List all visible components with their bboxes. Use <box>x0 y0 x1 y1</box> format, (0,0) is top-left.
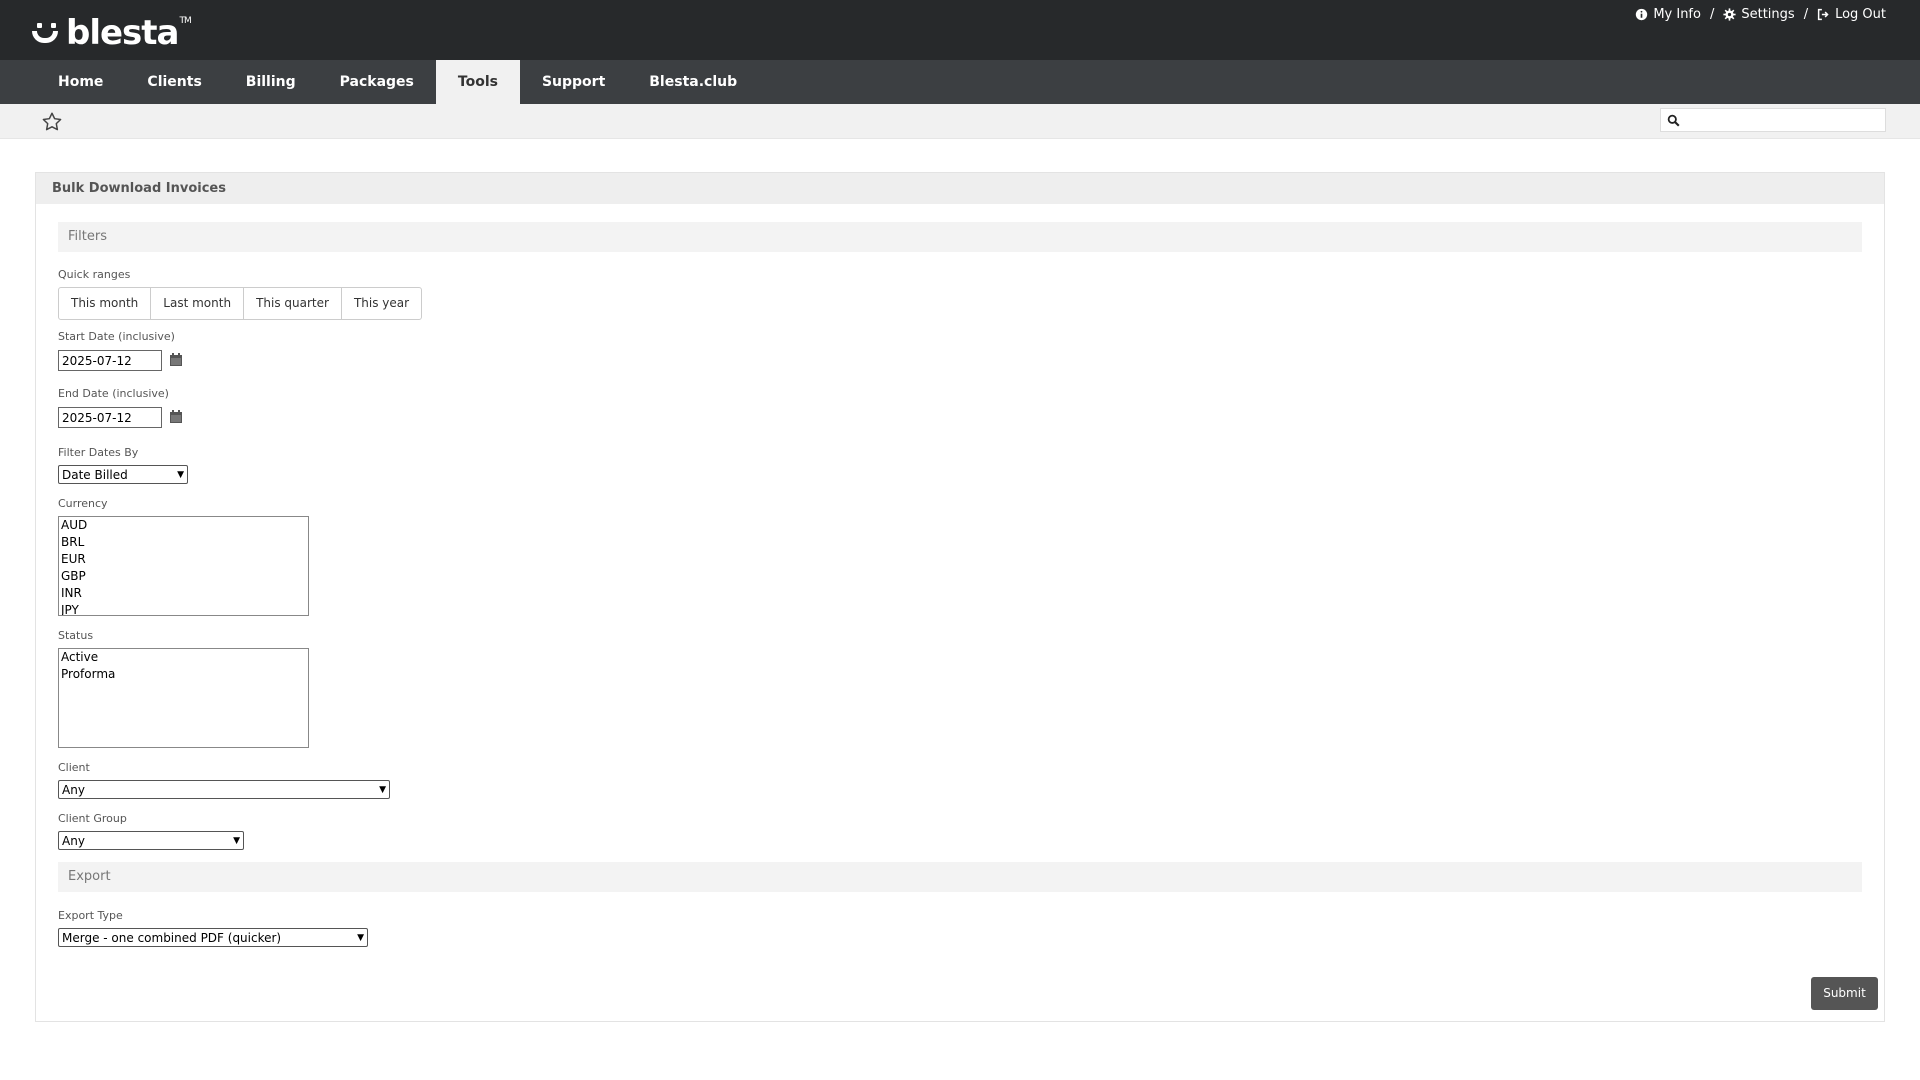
blesta-logo[interactable]: blesta TM <box>32 13 192 53</box>
status-label: Status <box>58 629 94 642</box>
settings-link[interactable]: Settings <box>1723 7 1795 22</box>
quick-ranges-group: This month Last month This quarter This … <box>58 287 423 320</box>
tab-support[interactable]: Support <box>520 60 627 104</box>
calendar-icon[interactable] <box>169 409 183 424</box>
main-nav: Home Clients Billing Packages Tools Supp… <box>0 60 1920 104</box>
list-item[interactable]: AUD <box>59 517 308 534</box>
filter-dates-by-value: Date Billed <box>62 467 128 482</box>
star-icon[interactable] <box>42 112 62 131</box>
last-month-button[interactable]: Last month <box>151 288 245 319</box>
currency-label: Currency <box>58 497 108 510</box>
this-year-button[interactable]: This year <box>342 288 421 319</box>
filter-dates-by-select[interactable]: Date Billed ▼ <box>58 465 188 484</box>
logo-text: blesta <box>66 13 179 53</box>
info-circle-icon <box>1636 8 1648 21</box>
log-out-link[interactable]: Log Out <box>1817 7 1886 22</box>
list-item[interactable]: GBP <box>59 568 308 585</box>
top-bar: blesta TM My Info / Settings / Log Out <box>0 0 1920 60</box>
logo-mark-icon <box>32 19 62 47</box>
tab-blesta-club[interactable]: Blesta.club <box>627 60 759 104</box>
list-item[interactable]: Active <box>59 649 308 666</box>
search-input[interactable] <box>1686 109 1885 131</box>
chevron-down-icon: ▼ <box>379 784 386 795</box>
list-item[interactable]: Proforma <box>59 666 308 683</box>
client-value: Any <box>62 782 85 797</box>
tab-tools[interactable]: Tools <box>435 60 520 104</box>
log-out-label: Log Out <box>1835 7 1886 22</box>
submit-button[interactable]: Submit <box>1811 977 1878 1010</box>
panel-title: Bulk Download Invoices <box>36 173 1884 204</box>
search-icon <box>1667 114 1680 127</box>
gear-icon <box>1723 8 1736 21</box>
currency-listbox[interactable]: AUD BRL EUR GBP INR JPY <box>58 516 309 616</box>
nav-separator: / <box>1709 7 1715 22</box>
list-item[interactable]: BRL <box>59 534 308 551</box>
my-info-link[interactable]: My Info <box>1635 7 1701 22</box>
search-box <box>1660 108 1886 132</box>
settings-label: Settings <box>1741 7 1795 22</box>
client-group-select[interactable]: Any ▼ <box>58 831 244 850</box>
tab-packages[interactable]: Packages <box>318 60 436 104</box>
my-info-label: My Info <box>1653 7 1701 22</box>
list-item[interactable]: JPY <box>59 602 308 615</box>
status-listbox[interactable]: Active Proforma <box>58 648 309 748</box>
filters-heading: Filters <box>58 222 1862 252</box>
this-month-button[interactable]: This month <box>59 288 152 319</box>
end-date-input[interactable] <box>58 407 162 428</box>
export-heading: Export <box>58 862 1862 892</box>
export-type-value: Merge - one combined PDF (quicker) <box>62 930 282 945</box>
logo-tm: TM <box>179 16 192 26</box>
client-label: Client <box>58 761 90 774</box>
list-item[interactable]: INR <box>59 585 308 602</box>
tab-clients[interactable]: Clients <box>125 60 223 104</box>
sign-out-icon <box>1817 8 1829 21</box>
tab-billing[interactable]: Billing <box>224 60 318 104</box>
user-nav: My Info / Settings / Log Out <box>1635 7 1886 22</box>
bulk-download-panel: Bulk Download Invoices Filters Quick ran… <box>35 172 1885 1022</box>
chevron-down-icon: ▼ <box>357 932 364 943</box>
start-date-input[interactable] <box>58 350 162 371</box>
start-date-label: Start Date (inclusive) <box>58 330 175 343</box>
export-type-select[interactable]: Merge - one combined PDF (quicker) ▼ <box>58 928 368 947</box>
sub-bar <box>0 104 1920 139</box>
calendar-icon[interactable] <box>169 352 183 367</box>
chevron-down-icon: ▼ <box>233 835 240 846</box>
tab-home[interactable]: Home <box>36 60 125 104</box>
filter-dates-by-label: Filter Dates By <box>58 446 139 459</box>
end-date-label: End Date (inclusive) <box>58 387 169 400</box>
this-quarter-button[interactable]: This quarter <box>244 288 342 319</box>
chevron-down-icon: ▼ <box>177 469 184 480</box>
client-select[interactable]: Any ▼ <box>58 780 390 799</box>
client-group-value: Any <box>62 833 85 848</box>
nav-separator: / <box>1803 7 1809 22</box>
client-group-label: Client Group <box>58 812 127 825</box>
list-item[interactable]: EUR <box>59 551 308 568</box>
export-type-label: Export Type <box>58 909 123 922</box>
quick-ranges-label: Quick ranges <box>58 268 131 281</box>
